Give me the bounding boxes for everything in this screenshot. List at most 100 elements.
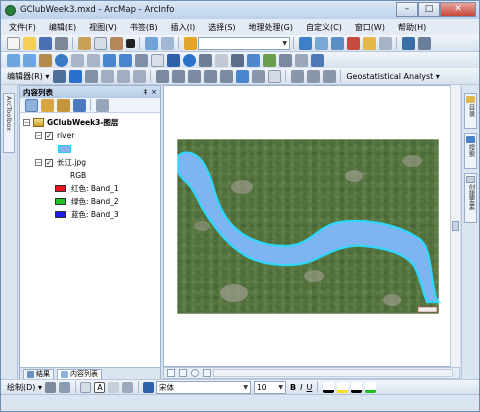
catalog-tab[interactable]: 目录 [464, 93, 477, 129]
layer-visibility-checkbox[interactable]: ✓ [45, 158, 53, 167]
text-tool-icon[interactable]: A [94, 381, 106, 393]
help-pointer-icon[interactable] [417, 36, 431, 50]
menu-selection[interactable]: 选择(S) [208, 22, 235, 33]
full-extent-icon[interactable] [54, 53, 68, 67]
font-size-combo[interactable]: 10 ▼ [253, 380, 286, 394]
search-window-icon[interactable] [346, 36, 360, 50]
time-slider-icon[interactable] [294, 53, 308, 67]
cut-polygons-icon[interactable] [187, 69, 201, 83]
measure-icon[interactable] [230, 53, 244, 67]
band-row-red[interactable]: 红色: Band_1 [20, 182, 160, 195]
italic-button[interactable]: I [300, 383, 302, 392]
sketch-properties-icon[interactable] [251, 69, 265, 83]
map-display[interactable] [163, 85, 460, 367]
reshape-icon[interactable] [171, 69, 185, 83]
open-folder-icon[interactable] [22, 36, 36, 50]
python-window-icon[interactable] [378, 36, 392, 50]
zoom-in-icon[interactable] [6, 53, 20, 67]
cut-icon[interactable] [77, 36, 91, 50]
menu-edit[interactable]: 编辑(E) [49, 22, 76, 33]
edit-annotation-icon[interactable] [68, 69, 82, 83]
list-by-visibility-icon[interactable] [56, 98, 70, 112]
line-color-icon[interactable] [350, 381, 362, 393]
text-options-icon[interactable] [108, 381, 120, 393]
menu-bookmarks[interactable]: 书签(B) [130, 22, 158, 33]
fill-color-icon[interactable] [336, 381, 348, 393]
zoom-out-icon[interactable] [22, 53, 36, 67]
marker-color-icon[interactable] [364, 381, 376, 393]
redo-icon[interactable] [160, 36, 174, 50]
rotate-element-icon[interactable] [59, 381, 71, 393]
menu-file[interactable]: 文件(F) [9, 22, 36, 33]
hyperlink-icon[interactable] [198, 53, 212, 67]
map-horizontal-scrollbar[interactable] [213, 369, 453, 377]
menu-insert[interactable]: 插入(I) [171, 22, 196, 33]
bold-button[interactable]: B [290, 383, 296, 392]
attributes-icon[interactable] [235, 69, 249, 83]
river-symbol-swatch[interactable] [58, 145, 71, 153]
fixed-zoom-out-icon[interactable] [86, 53, 100, 67]
layer-row-river[interactable]: − ✓ river [20, 129, 160, 142]
layer-visibility-checkbox[interactable]: ✓ [45, 131, 53, 140]
print-icon[interactable] [54, 36, 68, 50]
html-popup-icon[interactable] [214, 53, 228, 67]
collapse-icon[interactable]: − [35, 132, 42, 139]
arctoolbox-icon[interactable] [362, 36, 376, 50]
toc-close-icon[interactable]: × [151, 88, 157, 96]
river-symbol-row[interactable] [20, 142, 160, 156]
menu-geoprocessing[interactable]: 地理处理(G) [249, 22, 293, 33]
edit-vertices-icon[interactable] [155, 69, 169, 83]
dataframe-row[interactable]: − GClubWeek3-图层 [20, 116, 160, 129]
font-name-combo[interactable]: 宋体 ▼ [155, 380, 251, 394]
draw-menu[interactable]: 绘制(D) ▾ [7, 382, 42, 393]
font-color-icon[interactable] [322, 381, 334, 393]
band-row-green[interactable]: 绿色: Band_2 [20, 195, 160, 208]
create-viewer-window-icon[interactable] [310, 53, 324, 67]
end-point-arc-icon[interactable] [100, 69, 114, 83]
menu-windows[interactable]: 窗口(W) [355, 22, 385, 33]
menu-help[interactable]: 帮助(H) [398, 22, 426, 33]
maximize-button[interactable]: □ [418, 2, 440, 17]
layout-view-button[interactable] [167, 369, 175, 377]
collapse-icon[interactable]: − [23, 119, 30, 126]
underline-button[interactable]: U [306, 383, 312, 392]
band-row-blue[interactable]: 蓝色: Band_3 [20, 208, 160, 221]
rotate-icon[interactable] [219, 69, 233, 83]
arctoolbox-tab[interactable]: ArcToolbox [3, 93, 15, 153]
menu-customize[interactable]: 自定义(C) [306, 22, 342, 33]
search-tab[interactable]: 搜索 [464, 133, 477, 169]
edit-tool-icon[interactable] [52, 69, 66, 83]
callout-icon[interactable] [122, 381, 134, 393]
list-by-source-icon[interactable] [40, 98, 54, 112]
editor-toolbar-icon[interactable] [298, 36, 312, 50]
georeferencing-icon[interactable] [290, 69, 304, 83]
fixed-zoom-in-icon[interactable] [70, 53, 84, 67]
paste-icon[interactable] [109, 36, 123, 50]
delete-icon[interactable] [125, 38, 135, 48]
map-scale-combo[interactable]: ▼ [198, 36, 290, 50]
rectangle-tool-icon[interactable] [80, 381, 92, 393]
collapse-icon[interactable]: − [35, 159, 42, 166]
copy-icon[interactable] [93, 36, 107, 50]
pin-icon[interactable]: ‡ [144, 88, 148, 96]
straight-segment-icon[interactable] [84, 69, 98, 83]
create-features-tab[interactable]: 创建要素 [464, 173, 477, 223]
options-icon[interactable] [95, 98, 109, 112]
pan-icon[interactable] [38, 53, 52, 67]
menu-view[interactable]: 视图(V) [89, 22, 117, 33]
scrollbar-thumb[interactable] [452, 221, 459, 231]
pause-drawing-icon[interactable] [203, 369, 211, 377]
tab-results[interactable]: 结果 [23, 368, 54, 380]
geostatistical-analyst-menu[interactable]: Geostatistical Analyst ▾ [346, 72, 439, 81]
close-button[interactable]: ✕ [440, 2, 476, 17]
table-of-contents-icon[interactable] [314, 36, 328, 50]
select-features-icon[interactable] [134, 53, 148, 67]
data-view-button[interactable] [179, 369, 187, 377]
layer-row-image[interactable]: − ✓ 长江.jpg [20, 156, 160, 169]
editor-menu[interactable]: 编辑器(R) ▾ [7, 71, 49, 82]
model-builder-icon[interactable] [401, 36, 415, 50]
tab-table-of-contents[interactable]: 内容列表 [57, 368, 102, 380]
save-icon[interactable] [38, 36, 52, 50]
select-elements-icon[interactable] [166, 53, 180, 67]
split-icon[interactable] [203, 69, 217, 83]
